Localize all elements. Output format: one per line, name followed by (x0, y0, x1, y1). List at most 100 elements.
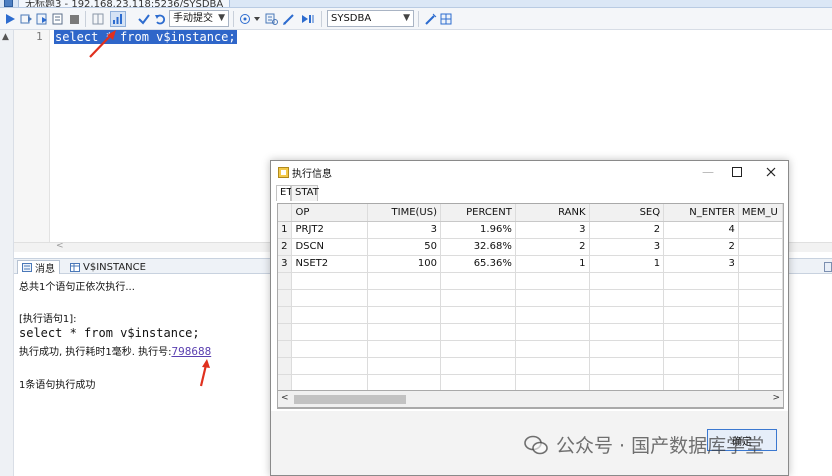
table-cell[interactable]: PRJT2 (291, 221, 369, 239)
table-cell[interactable] (291, 289, 369, 307)
table-row[interactable] (278, 272, 783, 290)
table-row[interactable] (278, 306, 783, 324)
table-cell[interactable]: 1 (515, 255, 590, 273)
column-header[interactable]: SEQ (589, 204, 665, 222)
table-cell[interactable] (440, 323, 516, 341)
sql-code-line[interactable]: select * from v$instance; (54, 30, 237, 44)
table-cell[interactable] (367, 374, 442, 392)
table-cell[interactable] (291, 306, 369, 324)
execution-info-button[interactable] (110, 11, 126, 27)
table-cell[interactable] (589, 340, 665, 358)
table-cell[interactable] (663, 340, 739, 358)
table-cell[interactable]: 50 (367, 238, 442, 256)
table-cell[interactable] (440, 357, 516, 375)
table-cell[interactable] (738, 272, 783, 290)
scroll-left-icon[interactable]: < (56, 241, 64, 251)
execute-step-button[interactable] (19, 11, 33, 27)
table-cell[interactable] (515, 306, 590, 324)
table-cell[interactable] (738, 255, 783, 273)
panel-restore-icon[interactable] (824, 262, 832, 272)
table-cell[interactable]: 65.36% (440, 255, 516, 273)
table-cell[interactable] (367, 323, 442, 341)
grid-button[interactable] (439, 11, 453, 27)
column-header[interactable]: MEM_U (738, 204, 783, 222)
table-cell[interactable] (440, 289, 516, 307)
table-cell[interactable] (291, 323, 369, 341)
table-cell[interactable]: DSCN (291, 238, 369, 256)
table-cell[interactable] (738, 289, 783, 307)
tools-button[interactable] (423, 11, 437, 27)
table-cell[interactable] (291, 374, 369, 392)
table-cell[interactable] (515, 374, 590, 392)
table-row[interactable] (278, 289, 783, 307)
table-cell[interactable] (367, 272, 442, 290)
table-cell[interactable]: 2 (515, 238, 590, 256)
target-button[interactable] (238, 11, 262, 27)
table-cell[interactable]: 32.68% (440, 238, 516, 256)
table-cell[interactable] (440, 272, 516, 290)
document-tab[interactable]: 无标题3 - 192.168.23.118:5236/SYSDBA (18, 0, 231, 7)
collapse-up-icon[interactable]: ▲ (2, 32, 9, 42)
table-cell[interactable] (291, 357, 369, 375)
comment-button[interactable] (281, 11, 295, 27)
table-cell[interactable] (589, 374, 665, 392)
connection-select[interactable]: SYSDBA ▼ (327, 10, 414, 27)
table-cell[interactable] (515, 357, 590, 375)
table-row[interactable] (278, 323, 783, 341)
format-button[interactable] (264, 11, 278, 27)
table-cell[interactable] (663, 374, 739, 392)
table-cell[interactable] (738, 340, 783, 358)
table-cell[interactable] (663, 306, 739, 324)
table-cell[interactable] (663, 289, 739, 307)
table-cell[interactable]: 2 (663, 238, 739, 256)
table-cell[interactable] (663, 323, 739, 341)
layout-button[interactable] (91, 11, 105, 27)
table-cell[interactable] (589, 323, 665, 341)
table-cell[interactable]: 3 (663, 255, 739, 273)
table-cell[interactable] (367, 357, 442, 375)
table-cell[interactable] (738, 221, 783, 239)
table-cell[interactable] (663, 357, 739, 375)
table-row[interactable]: 2 DSCN 50 32.68% 2 3 2 (278, 238, 783, 256)
table-cell[interactable]: 4 (663, 221, 739, 239)
commit-button[interactable] (137, 11, 151, 27)
table-cell[interactable] (440, 306, 516, 324)
table-cell[interactable]: NSET2 (291, 255, 369, 273)
table-row[interactable] (278, 374, 783, 392)
rollback-button[interactable] (153, 11, 167, 27)
table-cell[interactable]: 100 (367, 255, 442, 273)
table-cell[interactable] (367, 289, 442, 307)
execute-button[interactable] (3, 11, 17, 27)
minimize-button[interactable]: — (694, 163, 722, 181)
column-header[interactable]: PERCENT (440, 204, 516, 222)
tab-stat[interactable]: STAT (291, 185, 319, 201)
table-cell[interactable] (663, 272, 739, 290)
column-header[interactable]: RANK (515, 204, 590, 222)
table-cell[interactable] (515, 340, 590, 358)
column-header[interactable]: OP (291, 204, 369, 222)
table-cell[interactable]: 3 (589, 238, 665, 256)
execute-script-button[interactable] (35, 11, 49, 27)
execution-number-link[interactable]: 798688 (171, 345, 211, 358)
maximize-button[interactable] (723, 163, 751, 181)
close-button[interactable] (757, 163, 785, 181)
grid-horizontal-scrollbar[interactable]: < > (277, 390, 784, 408)
table-row[interactable]: 3 NSET2 100 65.36% 1 1 3 (278, 255, 783, 273)
table-row[interactable]: 1 PRJT2 3 1.96% 3 2 4 (278, 221, 783, 239)
table-cell[interactable] (738, 374, 783, 392)
table-cell[interactable]: 1.96% (440, 221, 516, 239)
table-cell[interactable] (367, 306, 442, 324)
table-cell[interactable]: 1 (589, 255, 665, 273)
table-cell[interactable]: 3 (515, 221, 590, 239)
table-cell[interactable] (589, 289, 665, 307)
table-cell[interactable] (738, 357, 783, 375)
tab-messages[interactable]: 消息 (17, 260, 60, 275)
table-cell[interactable] (440, 340, 516, 358)
scroll-left-icon[interactable]: < (281, 393, 289, 403)
column-header[interactable]: TIME(US) (367, 204, 442, 222)
stop-button[interactable] (67, 11, 81, 27)
scroll-right-icon[interactable]: > (772, 393, 780, 403)
table-cell[interactable] (515, 272, 590, 290)
execution-info-grid[interactable]: OP TIME(US) PERCENT RANK SEQ N_ENTER MEM… (277, 203, 784, 409)
table-cell[interactable]: 3 (367, 221, 442, 239)
